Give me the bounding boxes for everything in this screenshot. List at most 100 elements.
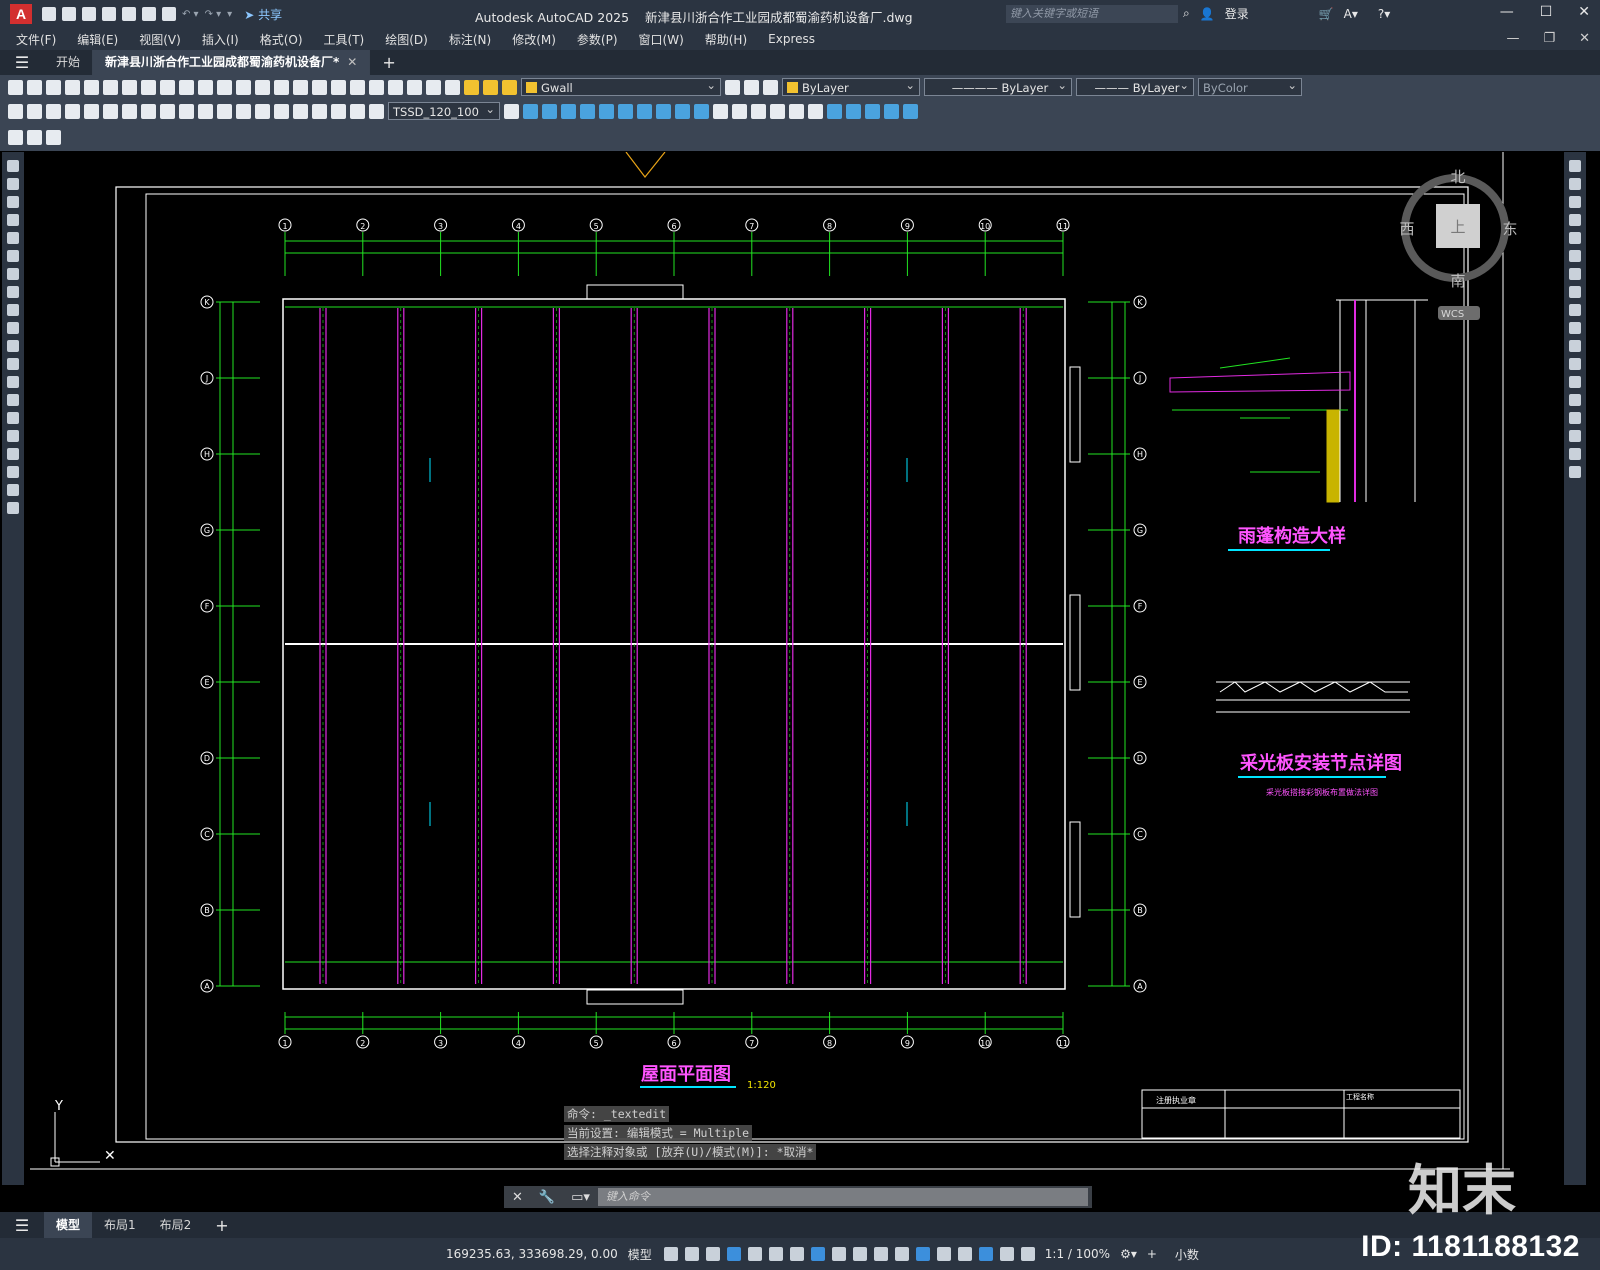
copy-icon[interactable]	[141, 79, 156, 95]
snap-icon[interactable]	[684, 1247, 699, 1261]
hatch-icon[interactable]	[7, 412, 19, 424]
subtract-icon[interactable]	[732, 103, 747, 119]
user-icon[interactable]: 👤	[1200, 7, 1215, 21]
viewcube-west[interactable]: 西	[1399, 220, 1414, 238]
extrude-icon[interactable]	[656, 103, 671, 119]
sheet-set-icon[interactable]	[388, 79, 403, 95]
menu-format[interactable]: 格式(O)	[260, 31, 303, 48]
dimension-edit-icon[interactable]	[331, 103, 346, 119]
save-as-icon[interactable]	[102, 7, 116, 21]
sweep-icon[interactable]	[694, 103, 709, 119]
move-3d-icon[interactable]	[827, 103, 842, 119]
intersect-icon[interactable]	[751, 103, 766, 119]
offset-icon[interactable]	[1569, 214, 1581, 226]
coordinates-readout[interactable]: 169235.63, 333698.29, 0.00	[446, 1247, 618, 1261]
dynamic-input-icon[interactable]	[726, 1247, 741, 1261]
units-dropdown[interactable]: 小数	[1175, 1246, 1199, 1263]
object-snap-tracking-icon[interactable]	[810, 1247, 825, 1261]
align-3d-icon[interactable]	[865, 103, 880, 119]
rotate-icon[interactable]	[1569, 268, 1581, 280]
baseline-icon[interactable]	[179, 103, 194, 119]
dimension-update-icon[interactable]	[369, 103, 384, 119]
inspection-icon[interactable]	[293, 103, 308, 119]
polygon-icon[interactable]	[7, 214, 19, 226]
tab-start[interactable]: 开始	[44, 50, 94, 75]
linetype-dropdown[interactable]: ———— ByLayer	[924, 76, 1072, 96]
stretch-icon[interactable]	[1569, 304, 1581, 316]
tab-close-icon[interactable]: ✕	[347, 55, 357, 69]
menu-parametric[interactable]: 参数(P)	[577, 31, 618, 48]
ellipse-icon[interactable]	[7, 322, 19, 334]
linear-dimension-icon[interactable]	[8, 103, 23, 119]
layer-lock-icon[interactable]	[502, 79, 517, 95]
plus-icon[interactable]: +	[1147, 1247, 1157, 1261]
insert-block-icon[interactable]	[27, 129, 42, 145]
erase-icon[interactable]	[1569, 160, 1581, 172]
viewcube[interactable]: 上 北 南 东 西 WCS	[1399, 168, 1518, 320]
make-block-icon[interactable]	[7, 376, 19, 388]
publish-icon[interactable]	[122, 7, 136, 21]
menu-view[interactable]: 视图(V)	[139, 31, 181, 48]
share-button[interactable]: ➤ 共享	[244, 6, 282, 23]
auto-scale-icon[interactable]	[1020, 1247, 1035, 1261]
block-editor-icon[interactable]	[198, 79, 213, 95]
menu-insert[interactable]: 插入(I)	[202, 31, 239, 48]
attribute-icon[interactable]	[46, 129, 61, 145]
menu-dimension[interactable]: 标注(N)	[449, 31, 491, 48]
angular-icon[interactable]	[141, 103, 156, 119]
selection-filter-icon[interactable]	[957, 1247, 972, 1261]
plot-icon[interactable]	[65, 79, 80, 95]
join-icon[interactable]	[1569, 394, 1581, 406]
save-icon[interactable]	[46, 79, 61, 95]
move-icon[interactable]	[1569, 250, 1581, 262]
isometric-icon[interactable]	[789, 1247, 804, 1261]
login-button[interactable]: 登录	[1225, 5, 1249, 22]
add-selected-icon[interactable]	[7, 502, 19, 514]
continue-icon[interactable]	[198, 103, 213, 119]
make-current-layer-icon[interactable]	[725, 79, 740, 95]
array-3d-icon[interactable]	[903, 103, 918, 119]
menu-edit[interactable]: 编辑(E)	[77, 31, 118, 48]
redo-icon[interactable]: ↷ ▾	[205, 9, 222, 20]
section-plane-icon[interactable]	[808, 103, 823, 119]
center-mark-icon[interactable]	[274, 103, 289, 119]
tab-drawing[interactable]: 新津县川浙合作工业园成都蜀渝药机设备厂* ✕	[93, 50, 371, 75]
rotate-3d-icon[interactable]	[846, 103, 861, 119]
dimension-space-icon[interactable]	[217, 103, 232, 119]
revision-cloud-icon[interactable]	[7, 286, 19, 298]
union-icon[interactable]	[713, 103, 728, 119]
edit-text-icon[interactable]	[8, 129, 23, 145]
menu-tools[interactable]: 工具(T)	[324, 31, 365, 48]
blend-curves-icon[interactable]	[1569, 448, 1581, 460]
jogged-linear-icon[interactable]	[312, 103, 327, 119]
color-dropdown[interactable]: ByLayer	[782, 76, 920, 96]
open-icon[interactable]	[27, 79, 42, 95]
ortho-icon[interactable]	[747, 1247, 762, 1261]
search-icon[interactable]: ⌕	[1183, 6, 1190, 21]
plot-icon[interactable]	[142, 7, 156, 21]
zoom-realtime-icon[interactable]	[274, 79, 289, 95]
customize-qat-icon[interactable]: ▾	[227, 9, 232, 20]
command-close-icon[interactable]: ✕	[512, 1190, 523, 1205]
jogged-icon[interactable]	[103, 103, 118, 119]
help-icon[interactable]	[426, 79, 441, 95]
grid-icon[interactable]	[663, 1247, 678, 1261]
zoom-window-icon[interactable]	[293, 79, 308, 95]
command-recent-icon[interactable]: ▭▾	[571, 1190, 590, 1205]
maximize-icon[interactable]: ☐	[1540, 4, 1553, 20]
menu-hamburger-icon[interactable]: ☰	[0, 53, 44, 72]
design-center-icon[interactable]	[350, 79, 365, 95]
doc-restore-icon[interactable]: ❐	[1543, 31, 1555, 46]
fillet-icon[interactable]	[1569, 430, 1581, 442]
paste-icon[interactable]	[160, 79, 175, 95]
annotation-visibility-icon[interactable]	[999, 1247, 1014, 1261]
new-icon[interactable]	[8, 79, 23, 95]
3d-torus-icon[interactable]	[618, 103, 633, 119]
close-icon[interactable]: ✕	[1578, 4, 1590, 20]
cart-icon[interactable]: 🛒	[1319, 7, 1334, 21]
extend-icon[interactable]	[1569, 340, 1581, 352]
gizmo-icon[interactable]	[978, 1247, 993, 1261]
tool-palettes-icon[interactable]	[369, 79, 384, 95]
polar-tracking-icon[interactable]	[768, 1247, 783, 1261]
polyline-icon[interactable]	[7, 196, 19, 208]
